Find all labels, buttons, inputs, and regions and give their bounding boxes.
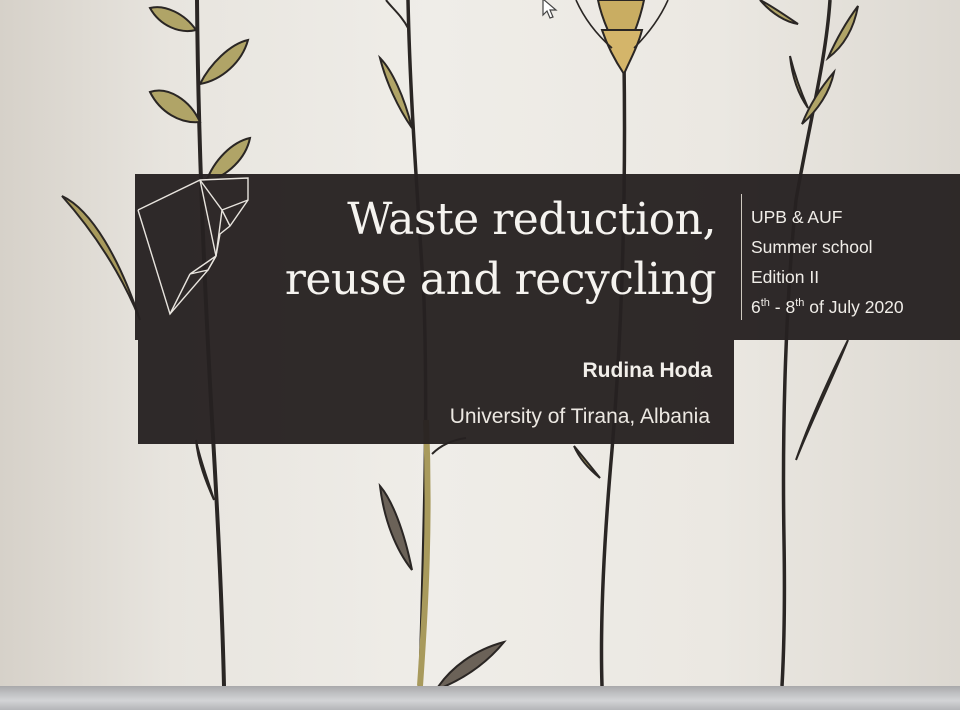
monitor-bezel <box>0 686 960 710</box>
author-name: Rudina Hoda <box>582 359 713 382</box>
date-start-day: 6 <box>751 297 761 317</box>
slide-title-line-1: Waste reduction, <box>347 194 716 245</box>
info-divider <box>741 194 742 320</box>
slide-title-line-2: reuse and recycling <box>284 254 717 305</box>
plant-right <box>759 0 859 686</box>
presentation-slide: Waste reduction, reuse and recycling Rud… <box>0 0 960 686</box>
date-separator: - 8 <box>769 297 796 317</box>
date-month-year: of July 2020 <box>804 297 904 317</box>
event-dates: 6th - 8th of July 2020 <box>751 292 956 322</box>
mouse-cursor-icon <box>542 0 558 19</box>
event-type: Summer school <box>751 237 873 257</box>
author-affiliation: University of Tirana, Albania <box>449 405 710 428</box>
slide-title: Waste reduction, reuse and recycling <box>150 190 717 310</box>
event-edition: Edition II <box>751 267 820 287</box>
event-info: UPB & AUF Summer school Edition II 6th -… <box>751 202 956 322</box>
event-organizers: UPB & AUF <box>751 207 843 227</box>
date-start-suffix: th <box>760 297 770 310</box>
